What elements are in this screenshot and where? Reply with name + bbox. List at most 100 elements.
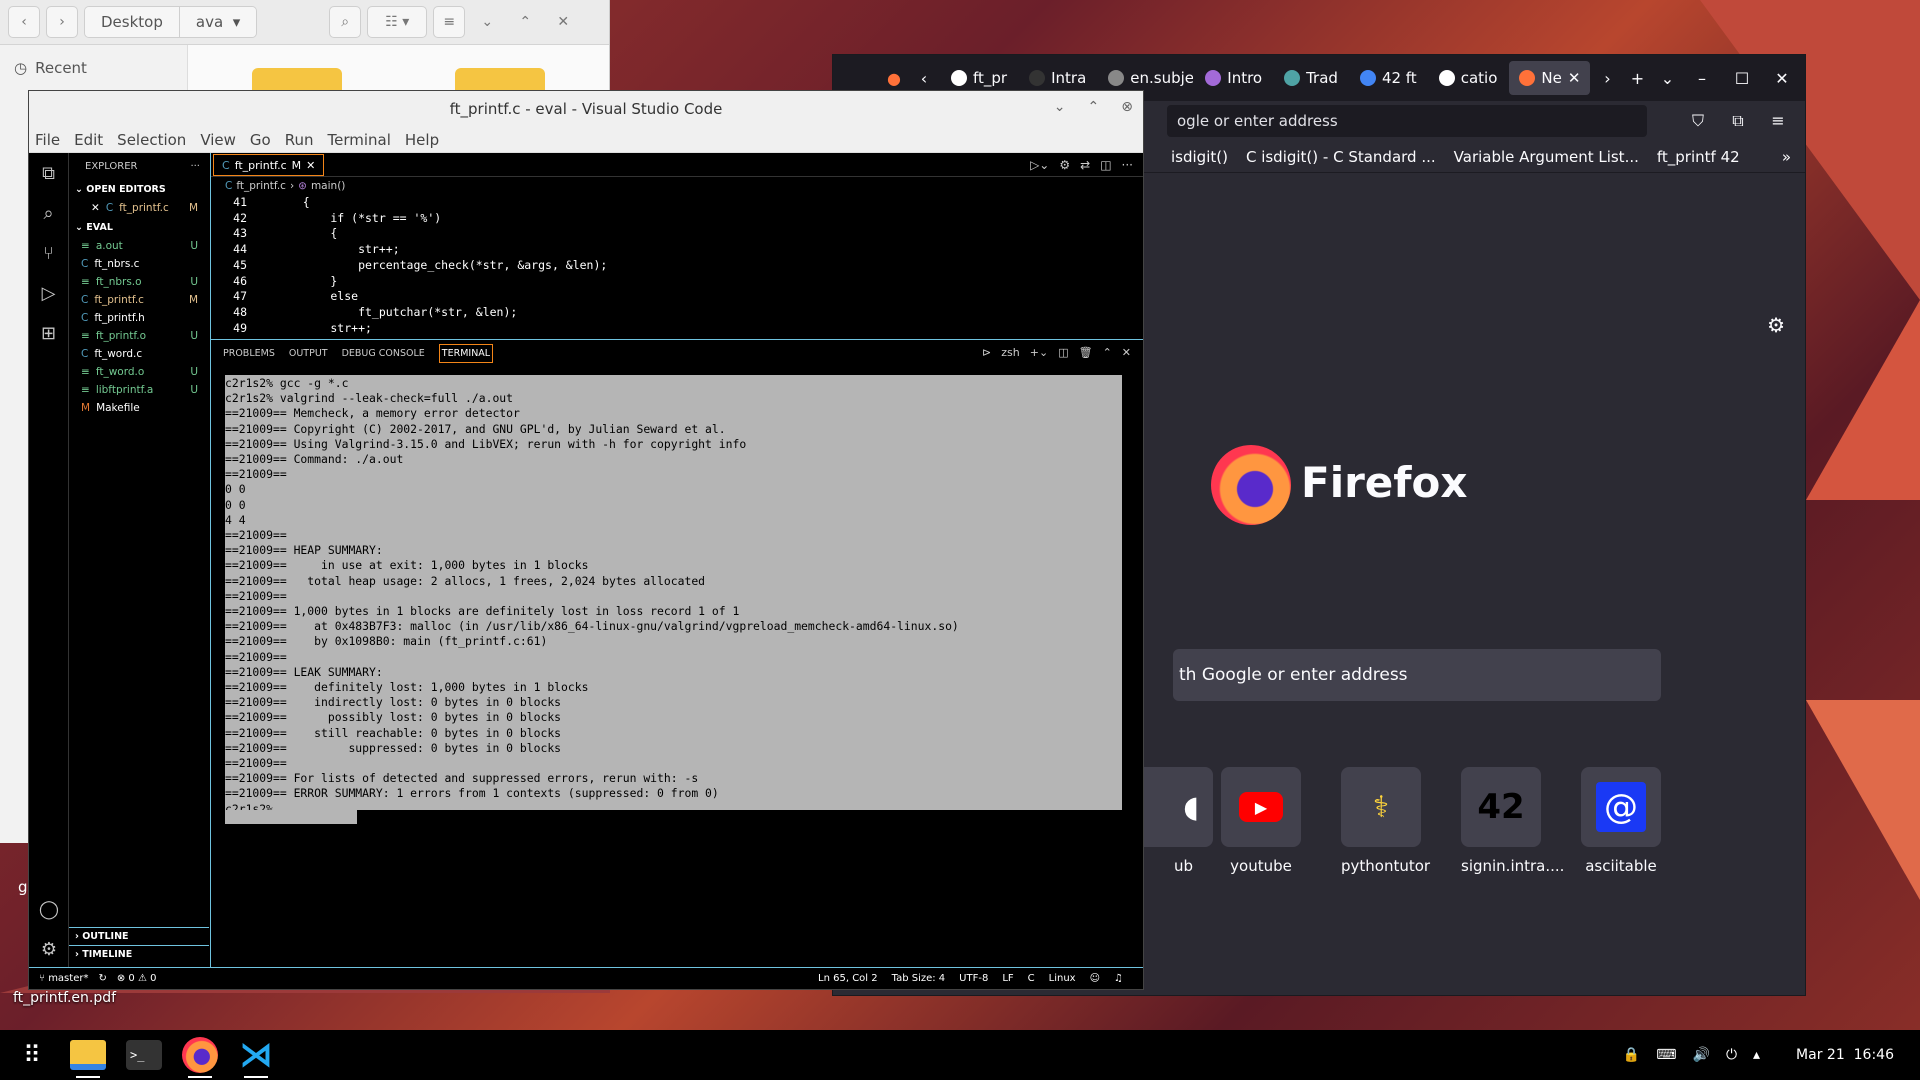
minimize-icon[interactable]: ⌄ <box>1054 99 1066 115</box>
feedback-icon[interactable]: ☺ <box>1090 973 1100 984</box>
browser-tab[interactable]: Trad <box>1274 61 1348 95</box>
power-icon[interactable]: ⏻ <box>1726 1047 1737 1063</box>
menu-item-go[interactable]: Go <box>250 131 271 149</box>
sync-icon[interactable]: ↻ <box>98 973 106 984</box>
shell-selector[interactable]: zsh <box>1001 346 1019 359</box>
keyboard-icon[interactable]: ⌨ <box>1656 1047 1676 1063</box>
explorer-file-item[interactable]: ≡ ft_printf.o U <box>69 327 210 345</box>
browser-tab[interactable]: 42 ft <box>1350 61 1427 95</box>
lock-icon[interactable]: 🔒 <box>1623 1047 1640 1063</box>
path-segment-ava[interactable]: ava ▾ <box>178 7 257 37</box>
explorer-file-item[interactable]: ≡ ft_nbrs.o U <box>69 273 210 291</box>
vscode-app[interactable]: ⋊ <box>228 1030 284 1080</box>
source-control-icon[interactable]: ⑂ <box>29 233 68 273</box>
run-debug-icon[interactable]: ▷ <box>29 273 68 313</box>
files-app[interactable] <box>60 1030 116 1080</box>
account-icon[interactable]: ◯ <box>29 889 69 929</box>
bookmark-item[interactable]: C isdigit() - C Standard ... <box>1246 148 1436 166</box>
bookmarks-overflow-icon[interactable]: » <box>1782 148 1805 166</box>
encoding[interactable]: UTF-8 <box>959 973 988 984</box>
explorer-file-item[interactable]: Cft_word.c <box>69 345 210 363</box>
menu-item-run[interactable]: Run <box>285 131 314 149</box>
code-editor[interactable]: 41 {42 if (*str == '%') 43 {44 str++; 45 p… <box>211 195 1143 336</box>
notifications-icon[interactable]: ♫ <box>1114 973 1123 984</box>
volume-icon[interactable]: 🔊 <box>1693 1047 1710 1063</box>
shortcut-github[interactable]: ◖ ub <box>1133 767 1213 875</box>
trash-icon[interactable]: 🗑 <box>1079 346 1093 359</box>
eval-folder-section[interactable]: ⌄ EVAL <box>69 217 210 237</box>
manage-gear-icon[interactable]: ⚙ <box>29 929 69 969</box>
compare-icon[interactable]: ⇄ <box>1080 158 1090 172</box>
tray-expand-icon[interactable]: ▴ <box>1753 1047 1760 1063</box>
menu-item-edit[interactable]: Edit <box>74 131 103 149</box>
menu-item-view[interactable]: View <box>200 131 236 149</box>
language-mode[interactable]: C <box>1028 973 1035 984</box>
menu-item-selection[interactable]: Selection <box>117 131 186 149</box>
search-button[interactable]: ⌕ <box>329 6 362 38</box>
close-icon[interactable]: ✕ <box>91 202 100 214</box>
browser-tab[interactable]: catio <box>1429 61 1508 95</box>
open-editors-section[interactable]: ⌄ OPEN EDITORS <box>69 179 210 199</box>
path-segment-desktop[interactable]: Desktop <box>85 7 179 37</box>
settings-icon[interactable]: ⚙ <box>1059 158 1070 172</box>
panel-tab-terminal[interactable]: TERMINAL <box>438 343 494 363</box>
clock[interactable]: Mar 21 16:46 <box>1796 1047 1894 1063</box>
menu-item-terminal[interactable]: Terminal <box>328 131 391 149</box>
maximize-panel-icon[interactable]: ⌃ <box>1103 346 1112 359</box>
menu-item-file[interactable]: File <box>35 131 60 149</box>
bookmark-item[interactable]: ft_printf 42 <box>1657 148 1740 166</box>
problems-indicator[interactable]: ⊗ 0 ⚠ 0 <box>117 973 157 984</box>
sidebar-item-recent[interactable]: ◷ Recent <box>14 59 87 77</box>
shortcut-youtube[interactable]: ▶ youtube <box>1221 767 1301 875</box>
menu-button[interactable]: ≡ <box>433 6 466 38</box>
view-toggle-button[interactable]: ☷ ▾ <box>367 6 428 38</box>
platform[interactable]: Linux <box>1049 973 1076 984</box>
tab-scroll-left-icon[interactable]: ‹ <box>911 69 937 88</box>
panel-tab-problems[interactable]: PROBLEMS <box>223 348 275 359</box>
bookmark-item[interactable]: Variable Argument List... <box>1454 148 1639 166</box>
shortcut-pythontutor[interactable]: ⚕ pythontutor <box>1341 767 1430 875</box>
new-terminal-icon[interactable]: +⌄ <box>1030 346 1048 359</box>
back-button[interactable]: ‹ <box>8 6 40 38</box>
more-actions-icon[interactable]: ··· <box>1122 158 1133 172</box>
explorer-file-item[interactable]: Cft_printf.c M <box>69 291 210 309</box>
tab-scroll-right-icon[interactable]: › <box>1594 69 1620 88</box>
run-icon[interactable]: ▷⌄ <box>1030 158 1049 172</box>
pocket-icon[interactable]: ⛉ <box>1685 111 1711 131</box>
minimize-button[interactable]: ⌄ <box>471 6 503 38</box>
split-terminal-icon[interactable]: ◫ <box>1058 346 1068 359</box>
search-icon[interactable]: ⌕ <box>29 193 68 233</box>
maximize-button[interactable]: ⌃ <box>509 6 541 38</box>
explorer-file-item[interactable]: ≡ a.out U <box>69 237 210 255</box>
menu-item-help[interactable]: Help <box>405 131 439 149</box>
explorer-file-item[interactable]: ≡ ft_word.o U <box>69 363 210 381</box>
explorer-file-item[interactable]: M Makefile <box>69 399 210 417</box>
hamburger-menu-icon[interactable]: ≡ <box>1765 111 1791 131</box>
bookmark-item[interactable]: isdigit() <box>1171 148 1228 166</box>
desktop-file-ft-printf-pdf[interactable]: ft_printf.en.pdf <box>13 990 116 1006</box>
forward-button[interactable]: › <box>46 6 78 38</box>
app-grid-button[interactable]: ⠿ <box>4 1030 60 1080</box>
breadcrumb-file[interactable]: ft_printf.c <box>236 180 286 192</box>
close-icon[interactable]: ✕ <box>306 159 315 172</box>
timeline-section[interactable]: › TIMELINE <box>69 945 209 963</box>
shortcut-intra[interactable]: 42 signin.intra.... <box>1461 767 1564 875</box>
cursor-position[interactable]: Ln 65, Col 2 <box>818 973 878 984</box>
explorer-file-item[interactable]: Cft_printf.h <box>69 309 210 327</box>
close-tab-icon[interactable]: ✕ <box>1568 69 1581 87</box>
git-branch[interactable]: ⑂ master* <box>39 973 88 984</box>
explorer-file-item[interactable]: Cft_nbrs.c <box>69 255 210 273</box>
panel-tab-debug-console[interactable]: DEBUG CONSOLE <box>342 348 425 359</box>
editor-tab-ft-printf[interactable]: C ft_printf.c M ✕ <box>213 154 325 176</box>
extensions-icon[interactable]: ⧉ <box>1725 111 1751 131</box>
explorer-file-item[interactable]: ≡ libftprintf.a U <box>69 381 210 399</box>
close-panel-icon[interactable]: ✕ <box>1122 346 1131 359</box>
close-icon[interactable]: ✕ <box>1769 69 1795 88</box>
new-tab-search-input[interactable]: th Google or enter address <box>1173 649 1661 701</box>
breadcrumb-symbol[interactable]: main() <box>311 180 345 192</box>
line-ending[interactable]: LF <box>1002 973 1013 984</box>
outline-section[interactable]: › OUTLINE <box>69 927 209 945</box>
firefox-view-icon[interactable]: ● <box>881 69 907 88</box>
tab-size[interactable]: Tab Size: 4 <box>892 973 946 984</box>
more-actions-icon[interactable]: ··· <box>190 161 200 172</box>
